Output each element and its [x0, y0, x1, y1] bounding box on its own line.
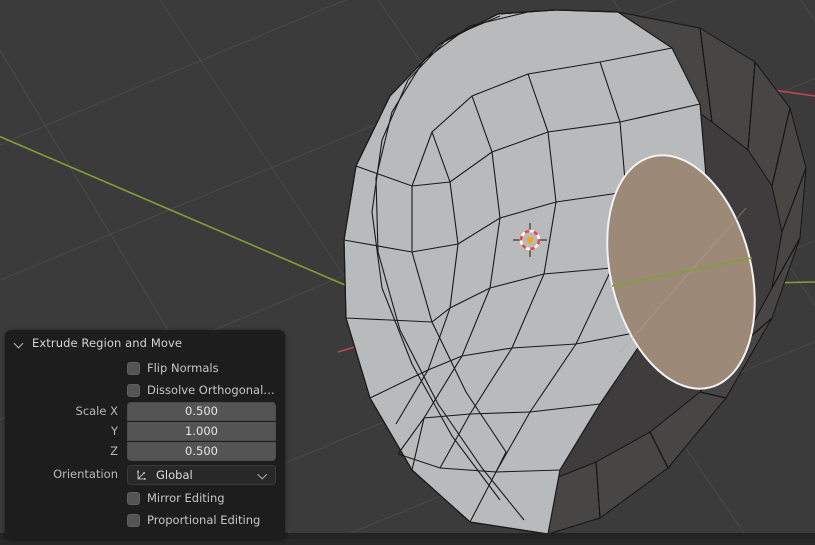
redo-panel-header[interactable]: Extrude Region and Move — [5, 332, 285, 354]
proportional-editing-label: Proportional Editing — [147, 513, 261, 527]
blender-window: Extrude Region and Move Flip Normals Dis… — [0, 0, 815, 545]
dissolve-orthogonal-edges-row[interactable]: Dissolve Orthogonal E... — [14, 379, 276, 401]
chevron-down-icon[interactable] — [14, 338, 25, 349]
orientation-label: Orientation — [53, 467, 118, 481]
orientation-dropdown[interactable]: Global — [127, 464, 276, 485]
redo-panel-body: Flip Normals Dissolve Orthogonal E... Sc… — [5, 354, 285, 531]
scale-y-field[interactable]: 1.000 — [127, 421, 276, 441]
flip-normals-checkbox[interactable] — [127, 361, 140, 375]
cylinder-mesh — [343, 9, 807, 535]
operator-redo-panel[interactable]: Extrude Region and Move Flip Normals Dis… — [5, 330, 285, 539]
dissolve-orthogonal-edges-label: Dissolve Orthogonal E... — [147, 383, 276, 397]
scale-y-label: Y — [110, 423, 118, 438]
scale-y-row[interactable]: Y 1.000 — [14, 421, 276, 441]
proportional-editing-row[interactable]: Proportional Editing — [14, 509, 276, 531]
orientation-value: Global — [156, 467, 193, 482]
orientation-row[interactable]: Orientation Global — [14, 463, 276, 486]
scale-z-field[interactable]: 0.500 — [127, 441, 276, 461]
mirror-editing-label: Mirror Editing — [147, 491, 225, 505]
redo-panel-title: Extrude Region and Move — [32, 336, 183, 350]
chevron-down-icon[interactable] — [258, 470, 268, 480]
scale-z-row[interactable]: Z 0.500 — [14, 441, 276, 461]
scale-x-row[interactable]: Scale X 0.500 — [14, 401, 276, 421]
orientation-gizmo-icon — [136, 469, 147, 480]
scale-x-field[interactable]: 0.500 — [127, 401, 276, 421]
mirror-editing-checkbox[interactable] — [127, 491, 140, 505]
proportional-editing-checkbox[interactable] — [127, 513, 140, 527]
scale-x-label: Scale X — [75, 403, 118, 418]
mirror-editing-row[interactable]: Mirror Editing — [14, 487, 276, 509]
scale-z-label: Z — [110, 443, 118, 458]
dissolve-orthogonal-edges-checkbox[interactable] — [127, 383, 140, 397]
flip-normals-row[interactable]: Flip Normals — [14, 357, 276, 379]
flip-normals-label: Flip Normals — [147, 361, 219, 375]
